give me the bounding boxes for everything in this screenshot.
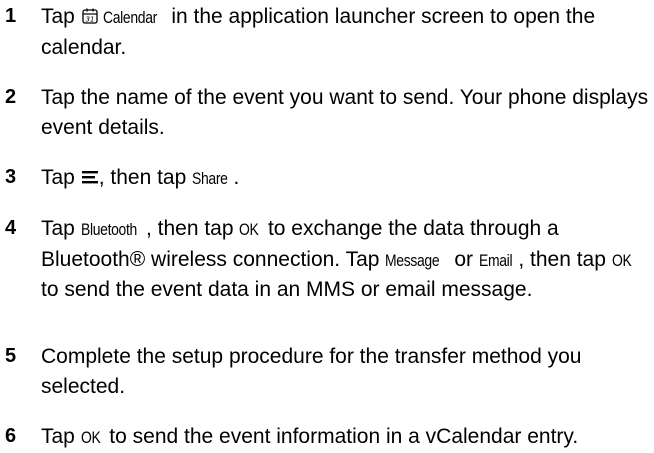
bluetooth-term: Bluetooth [80, 220, 137, 239]
step-6: 6 Tap OK to send the event information i… [0, 422, 578, 453]
ok-term: OK [239, 220, 259, 239]
step-number: 2 [5, 86, 17, 108]
step-number: 6 [5, 425, 17, 447]
step-text: Tap the name of the event you want to se… [41, 86, 649, 139]
step-2: 2 Tap the name of the event you want to … [0, 83, 654, 142]
step-text: Complete the setup procedure for the tra… [41, 345, 582, 398]
step-4: 4 Tap Bluetooth, then tap OK to exchange… [0, 214, 654, 305]
calendar-icon: 31 [82, 8, 98, 24]
email-term: Email [478, 250, 513, 270]
calendar-term: Calendar [102, 8, 157, 27]
message-term: Message [385, 250, 440, 270]
step-number: 5 [5, 345, 17, 367]
step-5: 5 Complete the setup procedure for the t… [0, 342, 654, 401]
ok-term: OK [611, 250, 632, 270]
step-number: 4 [5, 217, 17, 239]
step-3: 3 Tap , then tap Share. [0, 163, 239, 194]
step-1: 1 Tap 31 Calendar in the application laun… [0, 2, 654, 62]
step-number: 1 [5, 5, 17, 27]
share-term: Share [192, 169, 228, 188]
step-text: Tap Bluetooth, then tap OK to exchange t… [41, 217, 632, 301]
step-text: Tap OK to send the event information in … [41, 425, 578, 448]
step-text: Tap 31 Calendar in the application launch… [41, 5, 596, 59]
ok-term: OK [80, 428, 101, 447]
step-text: Tap , then tap Share. [41, 166, 239, 189]
menu-icon [81, 171, 98, 184]
svg-text:31: 31 [85, 16, 94, 24]
step-number: 3 [5, 166, 17, 188]
